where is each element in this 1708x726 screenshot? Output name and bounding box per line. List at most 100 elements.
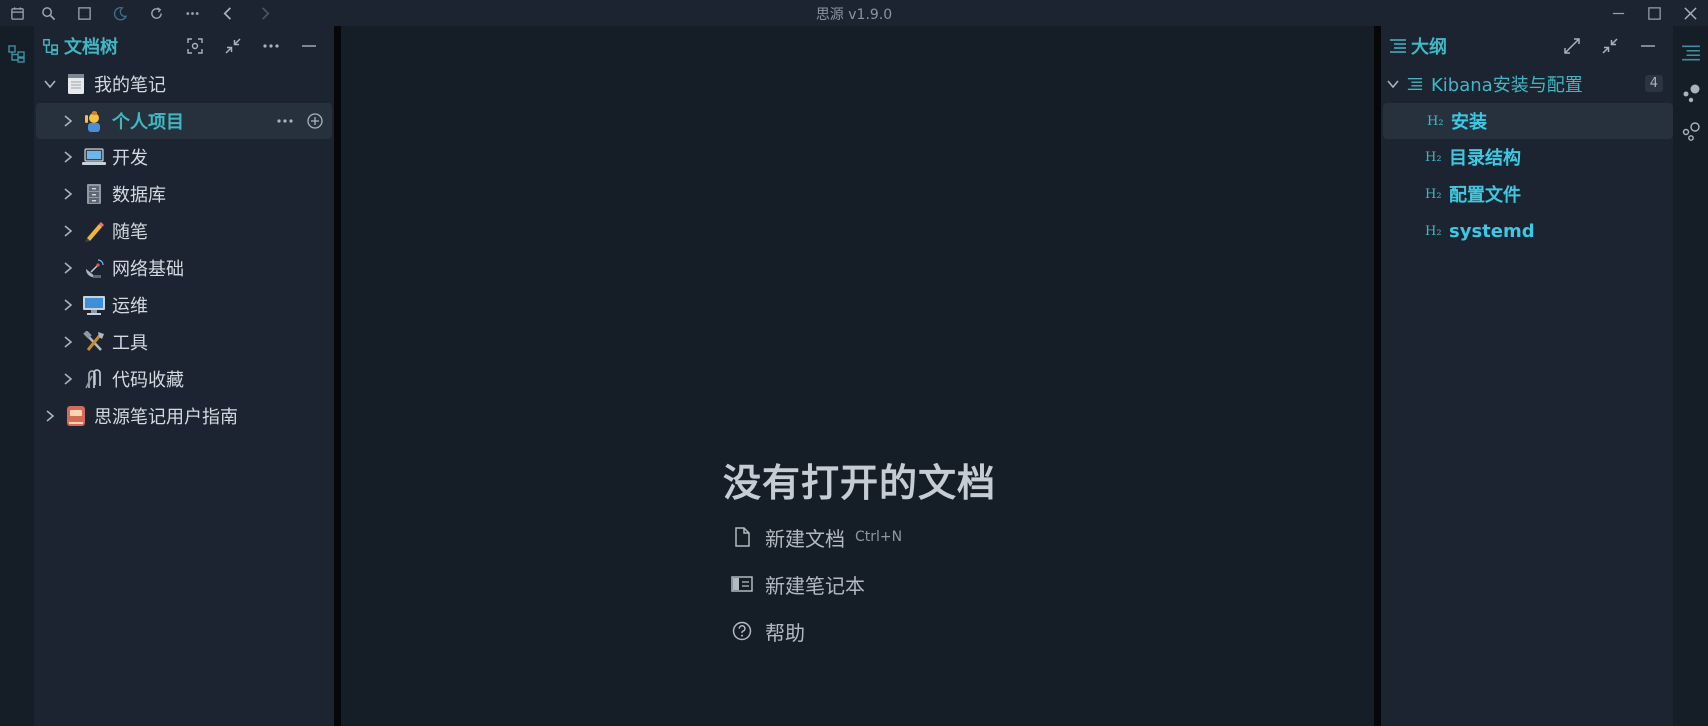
outline-collapse-button[interactable] <box>1591 31 1629 61</box>
notebook-icon <box>731 573 753 595</box>
chevron-right-icon[interactable] <box>60 223 76 239</box>
file-tree-dock-button[interactable] <box>0 38 34 68</box>
outline-title: 大纲 <box>1411 37 1447 58</box>
left-splitter[interactable] <box>334 26 341 726</box>
notebook-label: 我的笔记 <box>94 75 166 96</box>
doc-row[interactable]: 开发 <box>34 139 334 175</box>
help-label: 帮助 <box>765 620 805 645</box>
outline-heading-row[interactable]: H₂ systemd <box>1381 213 1673 249</box>
minimize-button[interactable] <box>1600 0 1636 26</box>
forward-icon <box>261 6 269 20</box>
expand-all-button[interactable] <box>1553 31 1591 61</box>
doc-row[interactable]: 工具 <box>34 324 334 360</box>
doc-row[interactable]: 网络基础 <box>34 250 334 286</box>
outline-minimize-button[interactable] <box>1629 31 1667 61</box>
calendar-button[interactable] <box>4 0 30 26</box>
h2-tag: H₂ <box>1425 149 1442 165</box>
left-dock <box>0 26 34 726</box>
h2-tag: H₂ <box>1425 186 1442 202</box>
chevron-down-icon[interactable] <box>1385 76 1401 92</box>
outline-count-badge: 4 <box>1644 75 1663 92</box>
tools-emoji-icon <box>82 330 106 354</box>
theme-button[interactable] <box>102 0 138 26</box>
add-subdoc-button[interactable] <box>300 107 330 135</box>
chevron-right-icon[interactable] <box>60 113 76 129</box>
file-tree-minimize-button[interactable] <box>290 31 328 61</box>
back-button[interactable] <box>210 0 246 26</box>
graph-icon <box>1683 84 1699 103</box>
chevron-right-icon[interactable] <box>60 260 76 276</box>
graph-dock-button[interactable] <box>1673 78 1708 108</box>
maximize-icon <box>1647 6 1661 20</box>
outline-heading-row[interactable]: H₂ 目录结构 <box>1381 139 1673 175</box>
chevron-right-icon[interactable] <box>60 297 76 313</box>
toolbar-left <box>0 0 282 26</box>
pencil-emoji-icon <box>82 219 106 243</box>
paperclip-emoji-icon <box>82 367 106 391</box>
new-notebook-action[interactable]: 新建笔记本 <box>731 567 865 601</box>
chevron-right-icon[interactable] <box>60 149 76 165</box>
collapse-all-button[interactable] <box>214 31 252 61</box>
chevron-right-icon[interactable] <box>60 186 76 202</box>
outline-icon <box>1390 39 1406 53</box>
doc-row[interactable]: 运维 <box>34 287 334 323</box>
more-button[interactable] <box>174 0 210 26</box>
right-splitter[interactable] <box>1374 26 1381 726</box>
doc-label: 工具 <box>112 333 148 354</box>
doc-row-actions <box>270 107 330 135</box>
desktop-emoji-icon <box>82 293 106 317</box>
doc-more-button[interactable] <box>270 107 300 135</box>
outline-heading-row[interactable]: H₂ 配置文件 <box>1381 176 1673 212</box>
doc-row[interactable]: 随笔 <box>34 213 334 249</box>
back-icon <box>223 6 231 20</box>
right-dock <box>1673 26 1708 726</box>
forward-button[interactable] <box>246 0 282 26</box>
notepad-emoji-icon <box>64 72 88 96</box>
h2-tag: H₂ <box>1427 113 1444 129</box>
moon-icon <box>113 6 127 20</box>
file-tree-header-actions <box>176 26 328 66</box>
doc-label: 运维 <box>112 296 148 317</box>
file-tree-more-button[interactable] <box>252 31 290 61</box>
close-button[interactable] <box>1672 0 1708 26</box>
maximize-button[interactable] <box>1636 0 1672 26</box>
minimize-icon <box>302 45 316 47</box>
doc-row-active[interactable]: 个人项目 <box>36 103 332 139</box>
doc-label: 数据库 <box>112 185 166 206</box>
chevron-right-icon[interactable] <box>60 371 76 387</box>
chevron-right-icon[interactable] <box>42 408 58 424</box>
doc-label: 代码收藏 <box>112 370 184 391</box>
add-icon <box>307 113 323 129</box>
h2-tag: H₂ <box>1425 223 1442 239</box>
outline-header: 大纲 <box>1381 26 1673 66</box>
global-graph-icon <box>1682 122 1700 141</box>
doc-label: 开发 <box>112 148 148 169</box>
sync-icon <box>150 6 162 19</box>
global-graph-dock-button[interactable] <box>1673 116 1708 146</box>
new-doc-label: 新建文档 <box>765 526 845 551</box>
search-button[interactable] <box>30 0 66 26</box>
notebook-row[interactable]: 思源笔记用户指南 <box>34 398 334 434</box>
more-icon <box>185 11 199 15</box>
outline-dock-button[interactable] <box>1673 38 1708 68</box>
minimize-icon <box>1641 45 1655 47</box>
read-only-button[interactable] <box>66 0 102 26</box>
doc-row[interactable]: 代码收藏 <box>34 361 334 397</box>
notebook-label: 思源笔记用户指南 <box>94 407 238 428</box>
new-doc-shortcut: Ctrl+N <box>855 529 903 545</box>
outline-doc-row[interactable]: Kibana安装与配置 4 <box>1381 66 1673 102</box>
new-doc-action[interactable]: 新建文档 Ctrl+N <box>731 520 902 554</box>
chevron-down-icon[interactable] <box>42 76 58 92</box>
chevron-right-icon[interactable] <box>60 334 76 350</box>
close-icon <box>1683 6 1697 20</box>
help-icon <box>731 620 753 642</box>
title-bar: 思源 v1.9.0 <box>0 0 1708 26</box>
help-action[interactable]: 帮助 <box>731 614 805 648</box>
notebook-row[interactable]: 我的笔记 <box>34 66 334 102</box>
outline-heading-label: 安装 <box>1451 112 1487 133</box>
doc-label: 网络基础 <box>112 259 184 280</box>
doc-row[interactable]: 数据库 <box>34 176 334 212</box>
focus-button[interactable] <box>176 31 214 61</box>
sync-button[interactable] <box>138 0 174 26</box>
outline-heading-row-active[interactable]: H₂ 安装 <box>1383 103 1673 139</box>
